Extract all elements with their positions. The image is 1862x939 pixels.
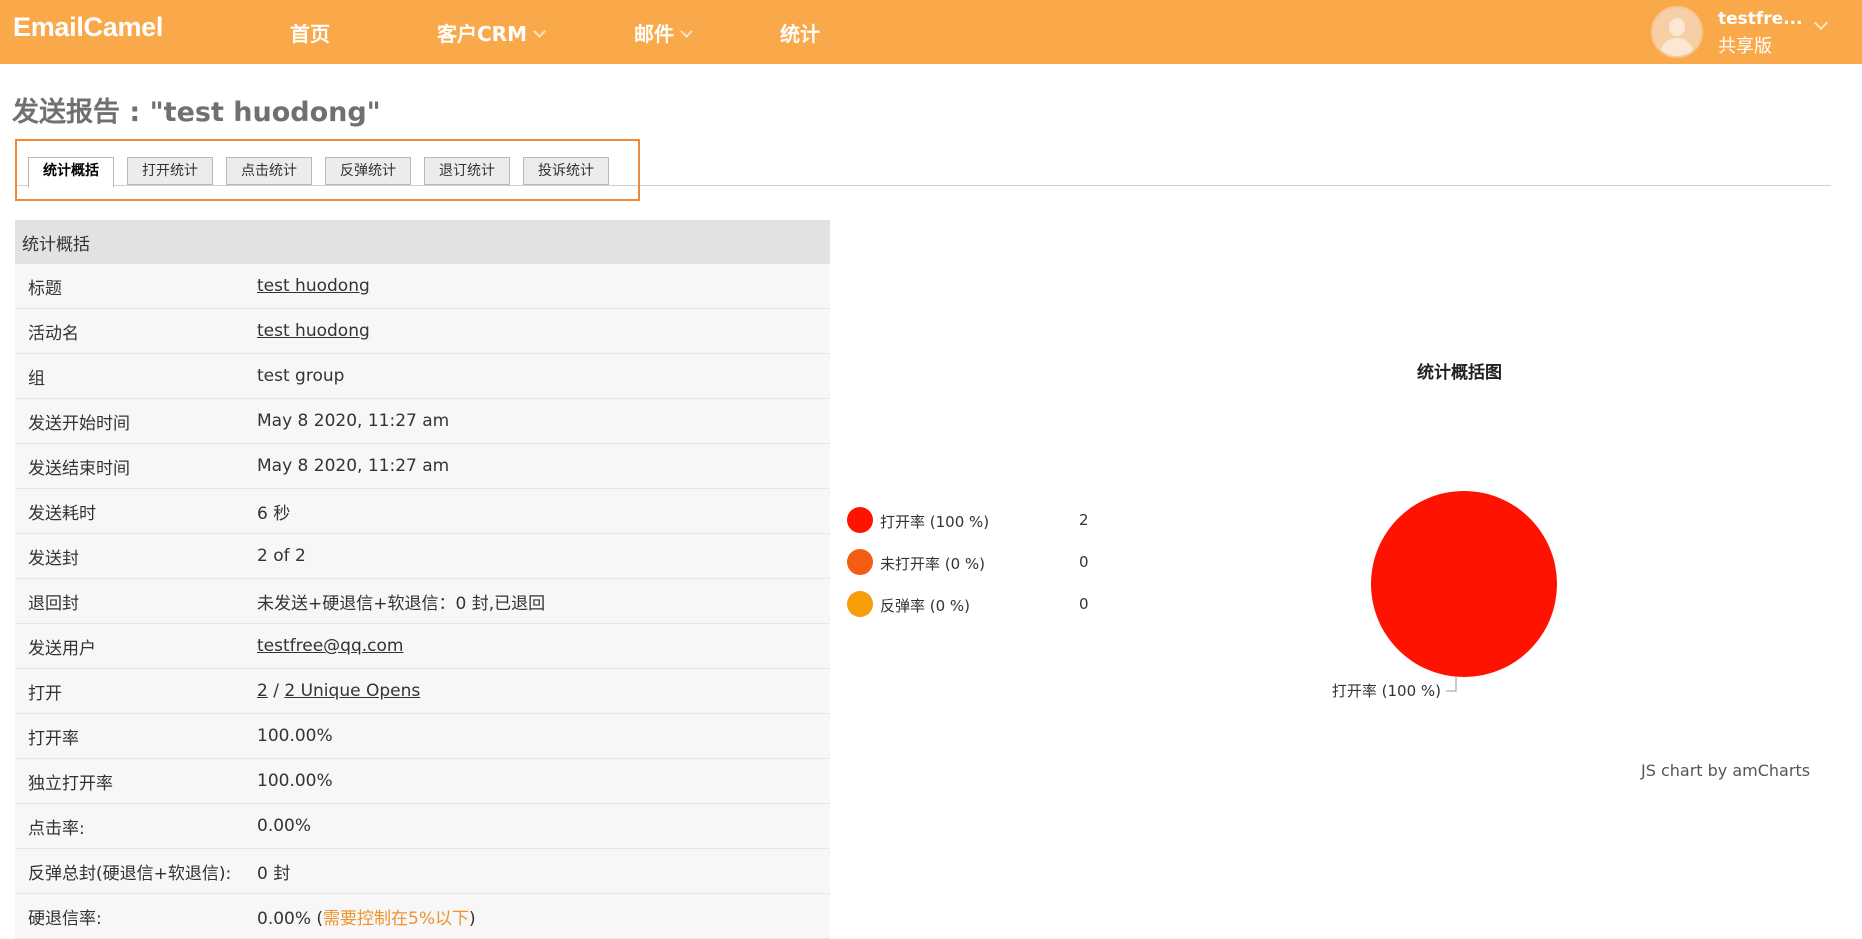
table-row: 标题 test huodong bbox=[15, 264, 830, 309]
legend-value: 2 bbox=[1079, 511, 1089, 529]
row-value: test group bbox=[256, 353, 830, 399]
nav-mail-label: 邮件 bbox=[634, 22, 674, 46]
legend-marker bbox=[847, 591, 873, 617]
legend-value: 0 bbox=[1079, 595, 1089, 613]
user-menu-chevron-icon[interactable] bbox=[1813, 15, 1829, 31]
chart-title: 统计概括图 bbox=[1417, 363, 1502, 383]
stats-summary-table: 统计概括 标题 test huodong 活动名 test huodong 组 … bbox=[15, 220, 830, 939]
row-value: 0 封 bbox=[256, 848, 830, 894]
pie-slice-label: 打开率 (100 %) bbox=[1332, 682, 1441, 700]
slice-label-leader bbox=[1446, 677, 1457, 692]
chart-credit[interactable]: JS chart by amCharts bbox=[1641, 761, 1810, 780]
nav-home[interactable]: 首页 bbox=[290, 18, 330, 47]
row-label: 发送耗时 bbox=[15, 488, 256, 534]
avatar-body-shape bbox=[1660, 38, 1694, 56]
row-value: May 8 2020, 11:27 am bbox=[256, 398, 830, 444]
row-label: 退回封 bbox=[15, 578, 256, 624]
nav-crm-label: 客户CRM bbox=[437, 22, 527, 46]
row-label: 发送结束时间 bbox=[15, 443, 256, 489]
row-label: 活动名 bbox=[15, 308, 256, 354]
table-header: 统计概括 bbox=[15, 220, 830, 264]
table-row: 打开 2 / 2 Unique Opens bbox=[15, 668, 830, 714]
table-row: 发送结束时间 May 8 2020, 11:27 am bbox=[15, 443, 830, 489]
row-value: 6 秒 bbox=[256, 488, 830, 534]
table-row: 组 test group bbox=[15, 353, 830, 399]
legend-label: 打开率 (100 %) bbox=[880, 513, 990, 531]
user-plan: 共享版 bbox=[1718, 36, 1772, 57]
table-row: 硬退信率: 0.00% (需要控制在5%以下) bbox=[15, 893, 830, 939]
legend-label: 未打开率 (0 %) bbox=[880, 555, 986, 573]
opens-separator: / bbox=[267, 681, 285, 701]
sender-email-link[interactable]: testfree@qq.com bbox=[257, 636, 403, 656]
hard-bounce-warning: 需要控制在5%以下 bbox=[323, 908, 470, 929]
row-value: 100.00% bbox=[256, 758, 830, 804]
pie-slice[interactable] bbox=[1371, 491, 1557, 677]
legend-value: 0 bbox=[1079, 553, 1089, 571]
table-row: 发送封 2 of 2 bbox=[15, 533, 830, 579]
avatar-head-shape bbox=[1669, 18, 1685, 36]
table-row: 发送用户 testfree@qq.com bbox=[15, 623, 830, 669]
campaign-link[interactable]: test huodong bbox=[257, 321, 370, 341]
legend-marker bbox=[847, 507, 873, 533]
row-value: 2 of 2 bbox=[256, 533, 830, 579]
table-row: 反弹总封(硬退信+软退信): 0 封 bbox=[15, 848, 830, 894]
row-label: 打开率 bbox=[15, 713, 256, 759]
row-label: 发送用户 bbox=[15, 623, 256, 669]
pie-chart: 打开率 (100 %) bbox=[1332, 491, 1557, 700]
nav-mail[interactable]: 邮件 bbox=[634, 18, 693, 47]
app-logo[interactable]: EmailCamel bbox=[13, 12, 163, 43]
user-avatar[interactable] bbox=[1651, 6, 1703, 58]
nav-stats[interactable]: 统计 bbox=[780, 18, 820, 47]
chevron-down-icon bbox=[680, 25, 693, 38]
user-name[interactable]: testfre... bbox=[1718, 9, 1803, 29]
row-label: 反弹总封(硬退信+软退信): bbox=[15, 848, 256, 894]
unique-opens-link[interactable]: 2 Unique Opens bbox=[284, 681, 420, 701]
row-label: 标题 bbox=[15, 264, 256, 309]
row-value-end: ) bbox=[469, 908, 476, 929]
table-row: 打开率 100.00% bbox=[15, 713, 830, 759]
row-value: May 8 2020, 11:27 am bbox=[256, 443, 830, 489]
table-row: 发送开始时间 May 8 2020, 11:27 am bbox=[15, 398, 830, 444]
top-nav-bar: EmailCamel 首页 客户CRM 邮件 统计 testfre... 共享版 bbox=[0, 0, 1862, 64]
row-value: 0.00% bbox=[256, 803, 830, 849]
row-value: 未发送+硬退信+软退信：0 封,已退回 bbox=[256, 578, 830, 624]
row-label: 点击率: bbox=[15, 803, 256, 849]
legend-label: 反弹率 (0 %) bbox=[880, 597, 971, 615]
row-label: 发送封 bbox=[15, 533, 256, 579]
row-label: 发送开始时间 bbox=[15, 398, 256, 444]
table-row: 独立打开率 100.00% bbox=[15, 758, 830, 804]
table-row: 发送耗时 6 秒 bbox=[15, 488, 830, 534]
subject-link[interactable]: test huodong bbox=[257, 276, 370, 296]
row-label: 硬退信率: bbox=[15, 893, 256, 939]
table-row: 点击率: 0.00% bbox=[15, 803, 830, 849]
row-label: 打开 bbox=[15, 668, 256, 714]
tabs-highlight-box bbox=[15, 139, 640, 201]
row-value: 0.00% ( bbox=[257, 908, 324, 929]
page-title: 发送报告 : "test huodong" bbox=[12, 97, 381, 128]
table-row: 退回封 未发送+硬退信+软退信：0 封,已退回 bbox=[15, 578, 830, 624]
row-label: 组 bbox=[15, 353, 256, 399]
row-value: 100.00% bbox=[256, 713, 830, 759]
legend-marker bbox=[847, 549, 873, 575]
nav-crm[interactable]: 客户CRM bbox=[437, 18, 546, 47]
table-row: 活动名 test huodong bbox=[15, 308, 830, 354]
opens-count-link[interactable]: 2 bbox=[257, 681, 268, 701]
row-label: 独立打开率 bbox=[15, 758, 256, 804]
chevron-down-icon bbox=[533, 25, 546, 38]
